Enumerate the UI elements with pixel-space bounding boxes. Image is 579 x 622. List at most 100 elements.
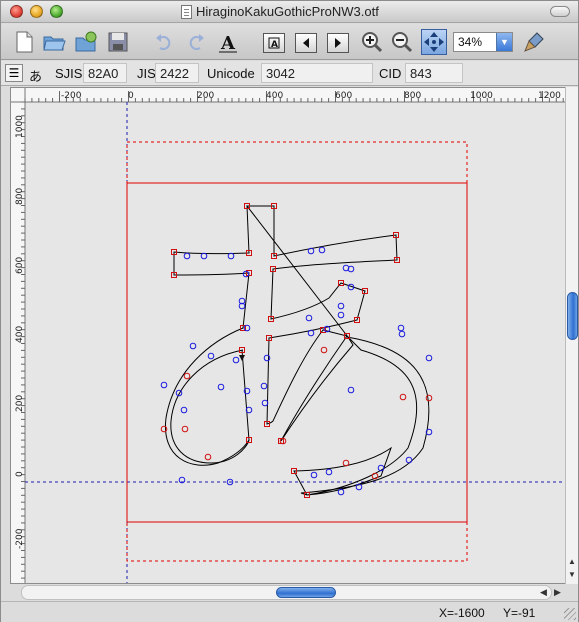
off-curve-point[interactable] (217, 383, 225, 391)
glyph-char: あ (29, 69, 43, 84)
off-curve-point[interactable] (405, 456, 413, 464)
ruler-h-label: 400 (266, 91, 283, 101)
start-point-marker-icon (239, 355, 245, 361)
redo-button[interactable] (183, 29, 209, 55)
off-curve-point[interactable] (325, 468, 333, 476)
bounding-frame-dashed (126, 141, 468, 562)
zoom-in-button[interactable] (359, 29, 385, 55)
scroll-left-arrow-icon[interactable]: ◀ (537, 586, 550, 599)
zoom-window-button[interactable] (50, 5, 63, 18)
cid-label: CID (379, 66, 402, 81)
open-recent-button[interactable] (73, 29, 99, 55)
document-proxy-icon[interactable] (181, 4, 192, 19)
close-window-button[interactable] (10, 5, 23, 18)
glyph-info-bar: ☰ あ SJIS 82A0 JIS 2422 Unicode 3042 CID … (1, 61, 578, 86)
ruler-v-label: 600 (15, 257, 25, 274)
ruler-h-label: 1000 (470, 91, 493, 101)
open-recent-icon (75, 31, 97, 52)
smooth-point[interactable] (183, 372, 191, 380)
clean-brush-button[interactable] (521, 29, 547, 55)
scroll-right-arrow-icon[interactable]: ▶ (551, 586, 564, 599)
ruler-h-label: 600 (335, 91, 352, 101)
off-curve-point[interactable] (307, 329, 315, 337)
glyph-outline[interactable] (164, 205, 430, 496)
zoom-dropdown-icon[interactable]: ▼ (496, 33, 512, 51)
glyph-lookup-button[interactable]: A (263, 33, 285, 53)
off-curve-point[interactable] (397, 324, 405, 332)
svg-text:A: A (220, 33, 236, 54)
fit-view-button[interactable] (421, 29, 447, 55)
off-curve-point[interactable] (183, 252, 191, 260)
glyph-canvas[interactable]: -200 0 200 400 600 800 1000 1200 1000 80… (10, 87, 566, 584)
smooth-point[interactable] (320, 346, 328, 354)
off-curve-point[interactable] (310, 471, 318, 479)
minimize-window-button[interactable] (30, 5, 43, 18)
ruler-v-label: 0 (15, 471, 25, 477)
clean-brush-icon (524, 32, 544, 52)
smooth-point[interactable] (425, 394, 433, 402)
off-curve-point[interactable] (398, 330, 406, 338)
off-curve-point[interactable] (305, 314, 313, 322)
off-curve-point[interactable] (337, 311, 345, 319)
unicode-label: Unicode (207, 66, 255, 81)
window-title: HiraginoKakuGothicProNW3.otf (181, 4, 379, 19)
off-curve-point[interactable] (337, 302, 345, 310)
list-view-icon[interactable]: ☰ (5, 64, 23, 82)
smooth-point[interactable] (342, 459, 350, 467)
smooth-point[interactable] (160, 425, 168, 433)
off-curve-point[interactable] (227, 252, 235, 260)
outline-contour-left-loop[interactable] (170, 349, 250, 464)
scroll-up-arrow-icon[interactable]: ▲ (568, 557, 576, 566)
horizontal-scroll-thumb[interactable] (276, 587, 336, 598)
new-document-button[interactable] (11, 29, 37, 55)
off-curve-point[interactable] (337, 488, 345, 496)
toolbar: A A 34% ▼ (1, 24, 578, 60)
ruler-h-label: -200 (61, 91, 82, 101)
next-glyph-button[interactable] (327, 33, 349, 53)
open-button[interactable] (41, 29, 67, 55)
smooth-point[interactable] (204, 453, 212, 461)
off-curve-point[interactable] (307, 247, 315, 255)
off-curve-point[interactable] (232, 356, 240, 364)
previous-glyph-icon (303, 38, 309, 48)
outline-contour-top[interactable] (245, 205, 398, 442)
zoom-level-value: 34% (458, 35, 483, 49)
smooth-point[interactable] (399, 393, 407, 401)
off-curve-point[interactable] (180, 406, 188, 414)
off-curve-point[interactable] (189, 342, 197, 350)
off-curve-point[interactable] (318, 246, 326, 254)
cursor-x-readout: X=-1600 (439, 606, 485, 620)
off-curve-point[interactable] (260, 382, 268, 390)
vertical-scrollbar[interactable]: ▲ ▼ (565, 87, 578, 584)
vertical-scroll-thumb[interactable] (567, 292, 578, 340)
glyph-outline-view[interactable]: -200 0 200 400 600 800 1000 1200 1000 80… (11, 88, 566, 584)
undo-button[interactable] (151, 29, 177, 55)
editor-window: HiraginoKakuGothicProNW3.otf A A 34% ▼ ☰… (0, 0, 579, 622)
smooth-point[interactable] (181, 425, 189, 433)
sjis-value: 82A0 (83, 63, 127, 83)
off-curve-point[interactable] (425, 354, 433, 362)
fit-view-icon (424, 32, 444, 52)
zoom-out-button[interactable] (389, 29, 415, 55)
text-tool-button[interactable]: A (215, 29, 241, 55)
zoom-level-select[interactable]: 34% ▼ (453, 32, 513, 52)
scroll-down-arrow-icon[interactable]: ▼ (568, 570, 576, 579)
status-bar: X=-1600 Y=-91 (1, 601, 578, 622)
cid-value: 843 (405, 63, 463, 83)
off-curve-point[interactable] (200, 252, 208, 260)
ruler-v-label: 800 (15, 188, 25, 205)
horizontal-scrollbar[interactable] (21, 585, 552, 600)
off-curve-point[interactable] (347, 386, 355, 394)
previous-glyph-button[interactable] (295, 33, 317, 53)
save-button[interactable] (105, 29, 131, 55)
toolbar-toggle-button[interactable] (550, 6, 570, 17)
ruler-v-label: -200 (15, 528, 25, 549)
off-curve-point[interactable] (261, 399, 269, 407)
off-curve-point[interactable] (207, 352, 215, 360)
ruler-h-label: 200 (197, 91, 214, 101)
open-folder-icon (43, 36, 66, 51)
off-curve-point[interactable] (160, 381, 168, 389)
resize-grip-icon[interactable] (564, 608, 576, 620)
outline-contour-bowl[interactable] (293, 336, 430, 496)
outline-contour-stem[interactable] (164, 205, 250, 466)
